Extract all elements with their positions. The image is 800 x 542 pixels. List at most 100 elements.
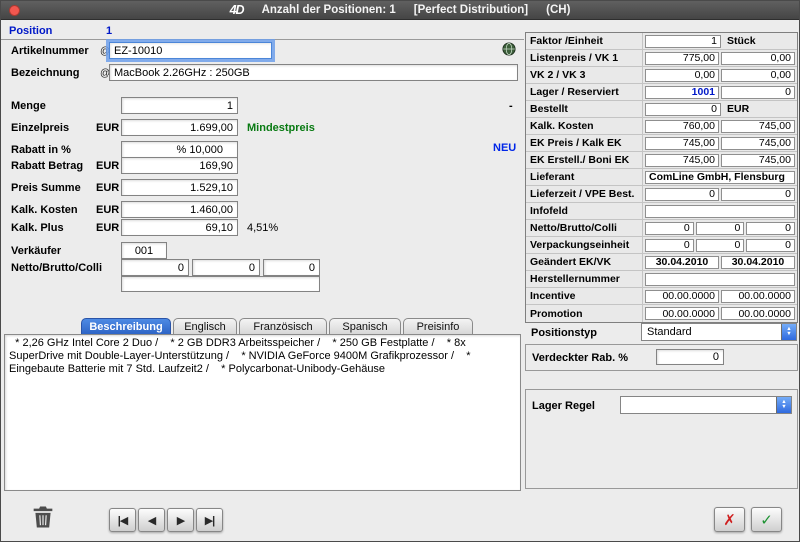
info-values: 745,00 745,00 xyxy=(643,152,797,168)
verdeckter-rabatt-field[interactable]: 0 xyxy=(656,349,724,365)
brutto-field[interactable]: 0 xyxy=(192,259,260,276)
info-values: 00.00.0000 00.00.0000 xyxy=(643,288,797,304)
extra-field[interactable] xyxy=(121,276,320,292)
info-value-box: 0,00 xyxy=(721,69,795,82)
nav-previous-record-button[interactable]: ◀ xyxy=(138,508,165,532)
info-values: 0 0 xyxy=(643,186,797,202)
ok-button[interactable]: ✓ xyxy=(751,507,782,532)
einzelpreis-label: Einzelpreis xyxy=(11,122,69,134)
info-label: Infofeld xyxy=(526,203,643,219)
kalk-kosten-label: Kalk. Kosten xyxy=(11,204,78,216)
netto-brutto-colli-label: Netto/Brutto/Colli xyxy=(11,262,102,274)
window-close-button[interactable] xyxy=(9,5,20,16)
previous-record-icon: ◀ xyxy=(148,514,155,527)
info-value-box-date: 30.04.2010 xyxy=(721,256,795,269)
colli-field[interactable]: 0 xyxy=(263,259,320,276)
info-value-box-lager: 1001 xyxy=(645,86,719,99)
info-value-box-hersteller xyxy=(645,273,795,286)
tab-spanisch[interactable]: Spanisch xyxy=(329,318,401,335)
info-row-promotion: Promotion 00.00.0000 00.00.0000 xyxy=(526,305,797,322)
info-value-box-infofeld xyxy=(645,205,795,218)
info-row-geaendert: Geändert EK/VK 30.04.2010 30.04.2010 xyxy=(526,254,797,271)
info-value-box: 1 xyxy=(645,35,721,48)
info-label: VK 2 / VK 3 xyxy=(526,67,643,83)
info-value-box-date: 30.04.2010 xyxy=(645,256,719,269)
info-value-box: 0 xyxy=(645,188,719,201)
info-value-text: EUR xyxy=(723,103,795,115)
positionstyp-dropdown[interactable]: Standard ▲▼ xyxy=(641,323,797,341)
info-value-box: 775,00 xyxy=(645,52,719,65)
info-values: 30.04.2010 30.04.2010 xyxy=(643,254,797,270)
nav-first-record-button[interactable]: |◀ xyxy=(109,508,136,532)
rabatt-betrag-currency: EUR xyxy=(96,160,119,172)
trash-icon xyxy=(29,503,57,531)
menge-dash: - xyxy=(509,100,513,112)
nav-next-record-button[interactable]: ▶ xyxy=(167,508,194,532)
info-row-lieferzeit: Lieferzeit / VPE Best. 0 0 xyxy=(526,186,797,203)
info-value-box: 0 xyxy=(645,239,694,252)
rabatt-betrag-label: Rabatt Betrag xyxy=(11,160,83,172)
rabatt-betrag-field[interactable]: 169,90 xyxy=(121,157,238,174)
nav-last-record-button[interactable]: ▶| xyxy=(196,508,223,532)
preis-summe-label: Preis Summe xyxy=(11,182,81,194)
info-values: 760,00 745,00 xyxy=(643,118,797,134)
tab-englisch[interactable]: Englisch xyxy=(173,318,237,335)
verkaeufer-field[interactable]: 001 xyxy=(121,242,167,259)
info-values: 745,00 745,00 xyxy=(643,135,797,151)
info-value-text: Stück xyxy=(723,35,795,47)
rabatt-prozent-label: Rabatt in % xyxy=(11,144,71,156)
info-value-box: 00.00.0000 xyxy=(721,290,795,303)
description-textarea[interactable]: * 2,26 GHz Intel Core 2 Duo / * 2 GB DDR… xyxy=(4,334,521,491)
bezeichnung-label: Bezeichnung xyxy=(11,67,79,79)
info-label: Promotion xyxy=(526,305,643,322)
preis-summe-field[interactable]: 1.529,10 xyxy=(121,179,238,196)
info-value-box: 0,00 xyxy=(721,52,795,65)
info-row-herstellernummer: Herstellernummer xyxy=(526,271,797,288)
info-value-box: 745,00 xyxy=(721,120,795,133)
delete-button[interactable] xyxy=(23,501,63,533)
header-separator xyxy=(1,39,524,40)
info-values xyxy=(643,203,797,219)
info-value-box: 745,00 xyxy=(721,154,795,167)
menge-field[interactable]: 1 xyxy=(121,97,238,114)
info-value-box: 760,00 xyxy=(645,120,719,133)
info-label: Kalk. Kosten xyxy=(526,118,643,134)
info-values: 775,00 0,00 xyxy=(643,50,797,66)
lager-regel-dropdown[interactable]: ▲▼ xyxy=(620,396,792,414)
info-value-box: 00.00.0000 xyxy=(645,290,719,303)
info-panel: Faktor /Einheit 1 Stück Listenpreis / VK… xyxy=(525,32,798,323)
info-label: Lager / Reserviert xyxy=(526,84,643,100)
tab-franzoesisch[interactable]: Französisch xyxy=(239,318,327,335)
info-value-box: 0 xyxy=(696,222,745,235)
neu-badge: NEU xyxy=(493,142,516,154)
info-value-box: 0,00 xyxy=(645,69,719,82)
rabatt-prozent-field[interactable]: % 10,000 xyxy=(121,141,238,158)
verkaeufer-label: Verkäufer xyxy=(11,245,61,257)
info-values: 1001 0 xyxy=(643,84,797,100)
titlebar-title-group: 4D Anzahl der Positionen: 1 [Perfect Dis… xyxy=(1,3,799,17)
menge-label: Menge xyxy=(11,100,46,112)
info-row-verpackungseinheit: Verpackungseinheit 0 0 0 xyxy=(526,237,797,254)
info-label: Lieferzeit / VPE Best. xyxy=(526,186,643,202)
info-value-box-lieferant: ComLine GmbH, Flensburg xyxy=(645,171,795,184)
chevron-up-down-icon: ▲▼ xyxy=(781,324,796,340)
bezeichnung-field[interactable]: MacBook 2.26GHz : 250GB xyxy=(109,64,518,81)
window-region: (CH) xyxy=(546,4,570,16)
info-values: 0,00 0,00 xyxy=(643,67,797,83)
globe-icon[interactable] xyxy=(501,41,517,57)
info-value-box: 745,00 xyxy=(645,137,719,150)
kalk-kosten-field[interactable]: 1.460,00 xyxy=(121,201,238,218)
einzelpreis-field[interactable]: 1.699,00 xyxy=(121,119,238,136)
kalk-plus-field[interactable]: 69,10 xyxy=(121,219,238,236)
info-label: Listenpreis / VK 1 xyxy=(526,50,643,66)
artikelnummer-field[interactable]: EZ-10010 xyxy=(109,42,272,59)
info-values: 0 0 0 xyxy=(643,220,797,236)
info-label: Lieferant xyxy=(526,169,643,185)
info-row-vk2-vk3: VK 2 / VK 3 0,00 0,00 xyxy=(526,67,797,84)
tab-preisinfo[interactable]: Preisinfo xyxy=(403,318,473,335)
positionstyp-value: Standard xyxy=(647,326,692,338)
tab-beschreibung[interactable]: Beschreibung xyxy=(81,318,171,335)
netto-field[interactable]: 0 xyxy=(121,259,189,276)
info-value-box: 0 xyxy=(721,188,795,201)
cancel-button[interactable]: ✗ xyxy=(714,507,745,532)
